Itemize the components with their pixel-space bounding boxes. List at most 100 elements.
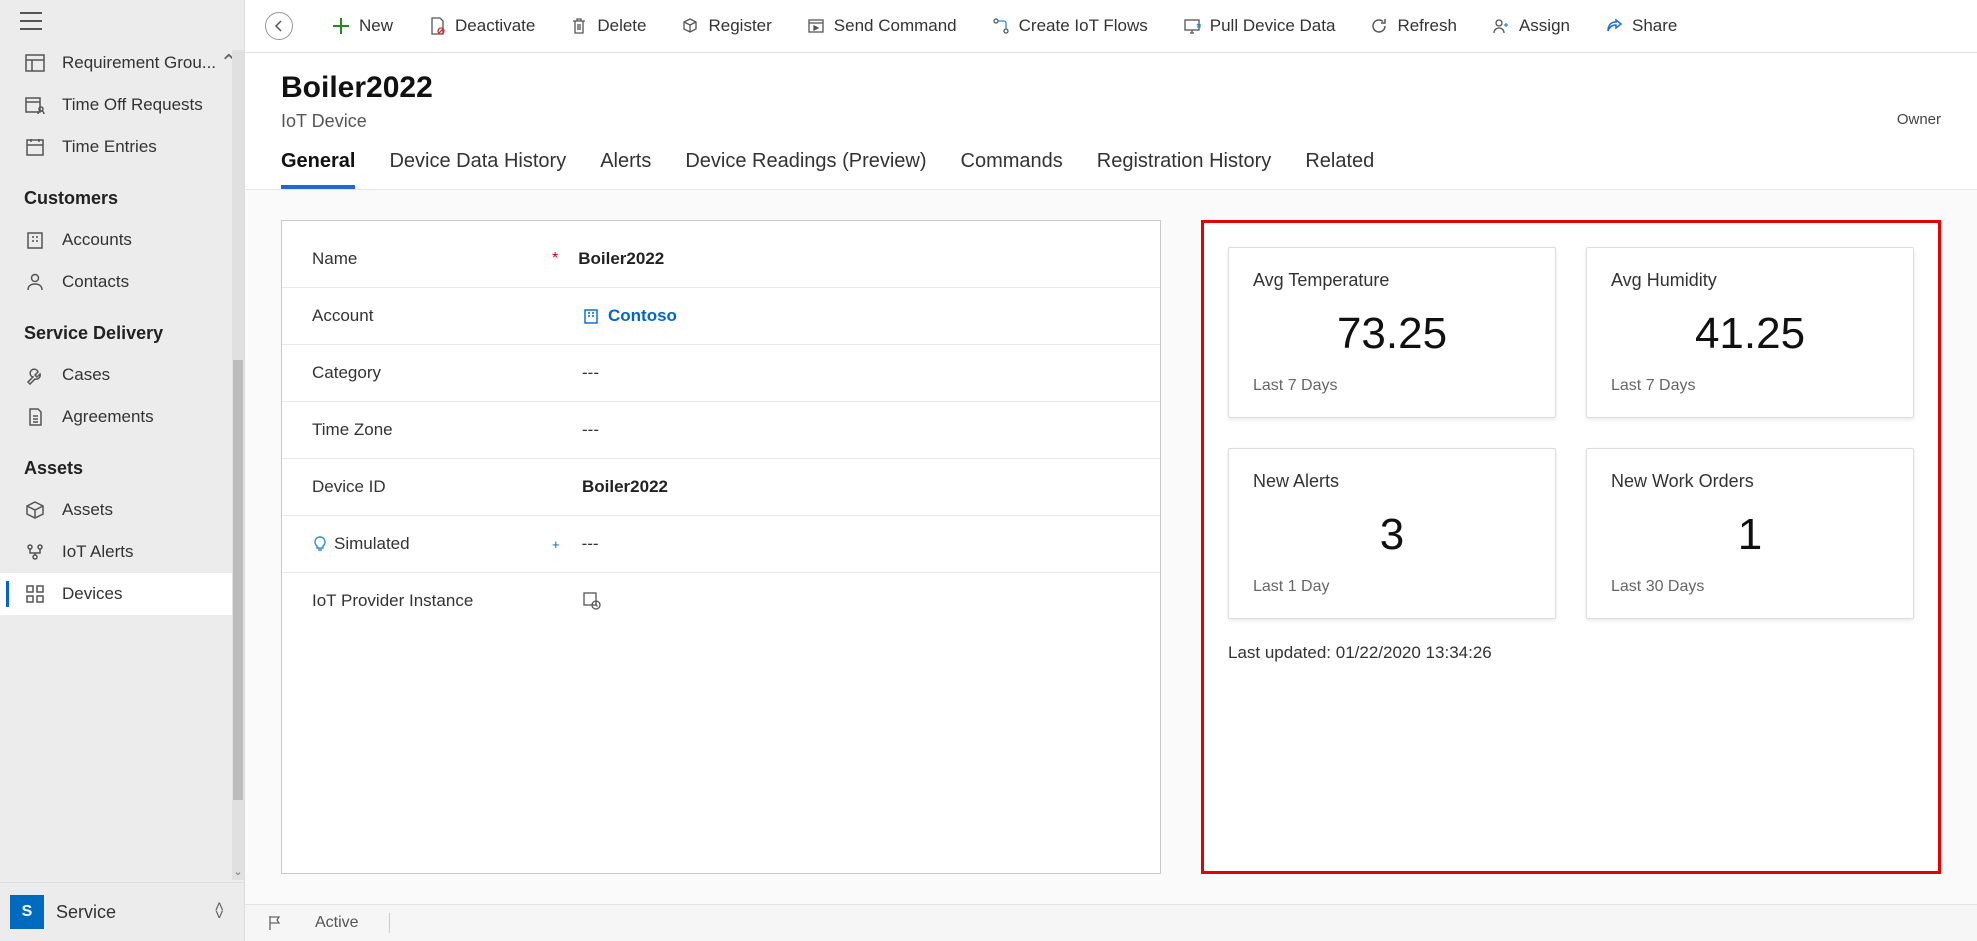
chevron-down-icon[interactable]: ⌄ — [232, 865, 244, 878]
field-label: Category — [312, 363, 381, 383]
sidebar-item-label: Devices — [62, 584, 122, 604]
window-play-icon — [806, 16, 826, 36]
tile-title: New Alerts — [1253, 471, 1531, 492]
status-flag-icon[interactable] — [265, 913, 285, 933]
tab-related[interactable]: Related — [1305, 150, 1374, 189]
tile-new-work-orders[interactable]: New Work Orders 1 Last 30 Days — [1586, 448, 1914, 619]
sidebar-item-label: Cases — [62, 365, 110, 385]
tab-device-data-history[interactable]: Device Data History — [389, 150, 566, 189]
tile-title: Avg Humidity — [1611, 270, 1889, 291]
field-label: IoT Provider Instance — [312, 591, 473, 611]
cmd-send-command[interactable]: Send Command — [790, 8, 973, 44]
area-label: Service — [56, 902, 203, 923]
provider-icon — [582, 591, 602, 611]
monitor-down-icon — [1182, 16, 1202, 36]
field-label: Account — [312, 306, 373, 326]
field-account[interactable]: Account Contoso — [282, 288, 1160, 345]
tab-registration-history[interactable]: Registration History — [1097, 150, 1272, 189]
sidebar-item-agreements[interactable]: Agreements — [0, 396, 244, 438]
section-customers: Customers — [0, 168, 244, 219]
sidebar-item-accounts[interactable]: Accounts — [0, 219, 244, 261]
cmd-label: Send Command — [834, 16, 957, 36]
area-switcher[interactable]: S Service ˄˅ — [0, 882, 244, 941]
sidebar-item-cases[interactable]: Cases — [0, 354, 244, 396]
cmd-label: Delete — [597, 16, 646, 36]
tile-subtitle: Last 1 Day — [1253, 578, 1531, 596]
account-link[interactable]: Contoso — [582, 306, 677, 326]
cmd-label: Create IoT Flows — [1019, 16, 1148, 36]
tile-subtitle: Last 7 Days — [1611, 377, 1889, 395]
sidebar-item-devices[interactable]: Devices — [0, 573, 244, 615]
sidebar-scrollbar[interactable]: ⌄ — [232, 50, 244, 880]
sidebar-item-requirement-groups[interactable]: Requirement Grou... — [0, 42, 244, 84]
building-icon — [24, 229, 46, 251]
field-label: Simulated — [334, 534, 410, 554]
field-time-zone[interactable]: Time Zone --- — [282, 402, 1160, 459]
tab-commands[interactable]: Commands — [961, 150, 1063, 189]
cmd-label: Refresh — [1397, 16, 1457, 36]
cmd-new[interactable]: New — [315, 8, 409, 44]
tab-alerts[interactable]: Alerts — [600, 150, 651, 189]
cmd-register[interactable]: Register — [664, 8, 787, 44]
tile-value: 1 — [1611, 510, 1889, 560]
tile-avg-temperature[interactable]: Avg Temperature 73.25 Last 7 Days — [1228, 247, 1556, 418]
sidebar-item-label: Time Entries — [62, 137, 157, 157]
cmd-refresh[interactable]: Refresh — [1353, 8, 1473, 44]
flow-icon — [991, 16, 1011, 36]
cmd-label: Pull Device Data — [1210, 16, 1336, 36]
sidebar-item-time-off-requests[interactable]: Time Off Requests — [0, 84, 244, 126]
sidebar-item-assets[interactable]: Assets — [0, 489, 244, 531]
hamburger-icon[interactable] — [20, 12, 224, 30]
wrench-icon — [24, 364, 46, 386]
field-device-id[interactable]: Device ID Boiler2022 — [282, 459, 1160, 516]
cmd-label: Assign — [1519, 16, 1570, 36]
field-category[interactable]: Category --- — [282, 345, 1160, 402]
lightbulb-icon — [312, 536, 328, 552]
field-value: --- — [582, 534, 599, 554]
field-simulated[interactable]: Simulated + --- — [282, 516, 1160, 573]
tab-general[interactable]: General — [281, 150, 355, 189]
field-label: Name — [312, 249, 357, 269]
cmd-label: New — [359, 16, 393, 36]
person-icon — [24, 271, 46, 293]
last-updated: Last updated: 01/22/2020 13:34:26 — [1228, 643, 1914, 663]
cmd-deactivate[interactable]: Deactivate — [411, 8, 551, 44]
area-badge: S — [10, 895, 44, 929]
cmd-assign[interactable]: Assign — [1475, 8, 1586, 44]
sidebar-item-label: Agreements — [62, 407, 154, 427]
document-icon — [24, 406, 46, 428]
main: New Deactivate Delete Register Send Comm… — [245, 0, 1977, 941]
section-assets: Assets — [0, 438, 244, 489]
sidebar-item-iot-alerts[interactable]: IoT Alerts — [0, 531, 244, 573]
entity-type: IoT Device — [281, 111, 433, 132]
cmd-share[interactable]: Share — [1588, 8, 1693, 44]
sidebar-item-label: Accounts — [62, 230, 132, 250]
field-name[interactable]: Name * Boiler2022 — [282, 231, 1160, 288]
cmd-pull-device-data[interactable]: Pull Device Data — [1166, 8, 1352, 44]
summary-tiles-panel: Avg Temperature 73.25 Last 7 Days Avg Hu… — [1201, 220, 1941, 874]
field-value: --- — [582, 363, 599, 383]
sidebar-item-contacts[interactable]: Contacts — [0, 261, 244, 303]
field-iot-provider[interactable]: IoT Provider Instance — [282, 573, 1160, 629]
tab-device-readings[interactable]: Device Readings (Preview) — [685, 150, 926, 189]
cmd-delete[interactable]: Delete — [553, 8, 662, 44]
updown-icon: ˄˅ — [215, 904, 224, 920]
sidebar-item-time-entries[interactable]: Time Entries — [0, 126, 244, 168]
person-plus-icon — [1491, 16, 1511, 36]
tile-value: 41.25 — [1611, 309, 1889, 359]
form-panel: Name * Boiler2022 Account Contoso Catego… — [281, 220, 1161, 874]
status-state: Active — [315, 914, 359, 932]
tile-value: 73.25 — [1253, 309, 1531, 359]
cmd-create-iot-flows[interactable]: Create IoT Flows — [975, 8, 1164, 44]
status-bar: Active — [245, 904, 1977, 941]
alert-icon — [24, 541, 46, 563]
tile-avg-humidity[interactable]: Avg Humidity 41.25 Last 7 Days — [1586, 247, 1914, 418]
plus-icon — [331, 16, 351, 36]
owner-label[interactable]: Owner — [1897, 71, 1941, 128]
trash-icon — [569, 16, 589, 36]
tile-new-alerts[interactable]: New Alerts 3 Last 1 Day — [1228, 448, 1556, 619]
scrollbar-thumb[interactable] — [233, 360, 243, 800]
field-label: Device ID — [312, 477, 386, 497]
tab-bar: General Device Data History Alerts Devic… — [245, 132, 1977, 190]
back-button[interactable] — [265, 12, 293, 40]
